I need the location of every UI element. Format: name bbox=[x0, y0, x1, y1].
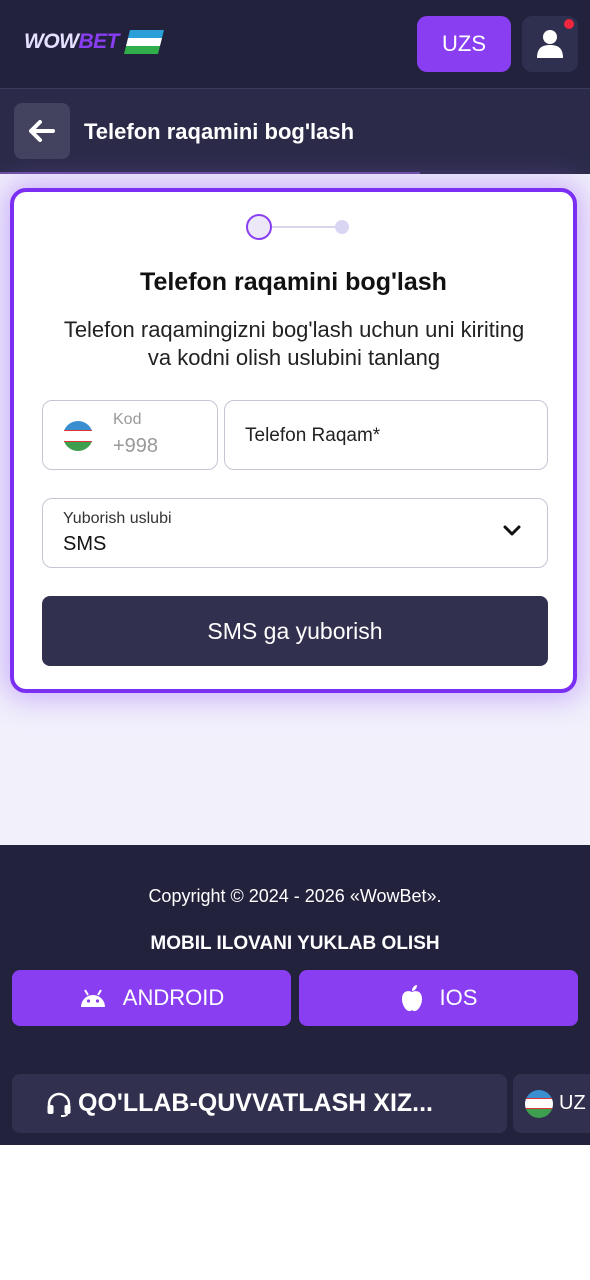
step-2-indicator bbox=[335, 220, 349, 234]
support-label: QO'LLAB-QUVVATLASH XIZ... bbox=[78, 1089, 434, 1117]
send-method-select[interactable]: Yuborish uslubi SMS bbox=[42, 498, 548, 568]
logo-text: WOWBET bbox=[24, 30, 119, 53]
logo[interactable]: WOWBET bbox=[24, 30, 164, 54]
top-header: WOWBET UZS bbox=[0, 0, 590, 88]
send-sms-button[interactable]: SMS ga yuborish bbox=[42, 596, 548, 666]
uzbekistan-flag-icon bbox=[63, 421, 93, 451]
card-title: Telefon raqamini bog'lash bbox=[140, 268, 447, 296]
send-method-value: SMS bbox=[63, 533, 107, 555]
ios-label: IOS bbox=[439, 985, 478, 1010]
android-icon bbox=[80, 989, 105, 1007]
language-label: UZ bbox=[559, 1092, 586, 1114]
step-connector bbox=[272, 226, 338, 228]
copyright-text: Copyright © 2024 - 2026 «WowBet». bbox=[148, 886, 442, 906]
code-label: Kod bbox=[113, 411, 142, 428]
main-content: Telefon raqamini bog'lash Telefon raqami… bbox=[0, 174, 590, 845]
notification-dot bbox=[564, 19, 574, 29]
phone-number-input[interactable]: Telefon Raqam* bbox=[224, 400, 548, 470]
user-icon bbox=[537, 30, 563, 58]
back-button[interactable] bbox=[14, 103, 70, 159]
chevron-down-icon bbox=[503, 525, 521, 536]
android-label: ANDROID bbox=[122, 985, 225, 1010]
step-1-indicator bbox=[246, 214, 272, 240]
page-title: Telefon raqamini bog'lash bbox=[84, 119, 355, 144]
mobile-app-title: MOBIL ILOVANI YUKLAB OLISH bbox=[150, 933, 440, 954]
headset-icon bbox=[47, 1092, 71, 1117]
support-button[interactable]: QO'LLAB-QUVVATLASH XIZ... bbox=[12, 1074, 507, 1133]
country-code-select[interactable]: Kod +998 bbox=[42, 400, 218, 470]
language-switch-button[interactable]: UZ bbox=[513, 1074, 590, 1133]
stepper bbox=[246, 214, 350, 240]
send-method-label: Yuborish uslubi bbox=[63, 510, 172, 527]
card-description: Telefon raqamingizni bog'lash uchun uni … bbox=[63, 317, 525, 370]
currency-button[interactable]: UZS bbox=[417, 16, 511, 72]
code-value: +998 bbox=[113, 435, 159, 457]
phone-placeholder: Telefon Raqam* bbox=[245, 425, 381, 446]
phone-binding-card: Telefon raqamini bog'lash Telefon raqami… bbox=[10, 188, 577, 693]
android-download-button[interactable]: ANDROID bbox=[12, 970, 291, 1026]
footer: Copyright © 2024 - 2026 «WowBet». MOBIL … bbox=[0, 845, 590, 1145]
apple-icon bbox=[401, 985, 422, 1012]
uzbekistan-flag-icon bbox=[525, 1089, 553, 1118]
user-profile-button[interactable] bbox=[522, 16, 578, 72]
arrow-left-icon bbox=[29, 120, 55, 142]
ios-download-button[interactable]: IOS bbox=[299, 970, 578, 1026]
page-subheader: Telefon raqamini bog'lash bbox=[0, 88, 590, 174]
uzbekistan-flag-icon bbox=[123, 30, 164, 54]
